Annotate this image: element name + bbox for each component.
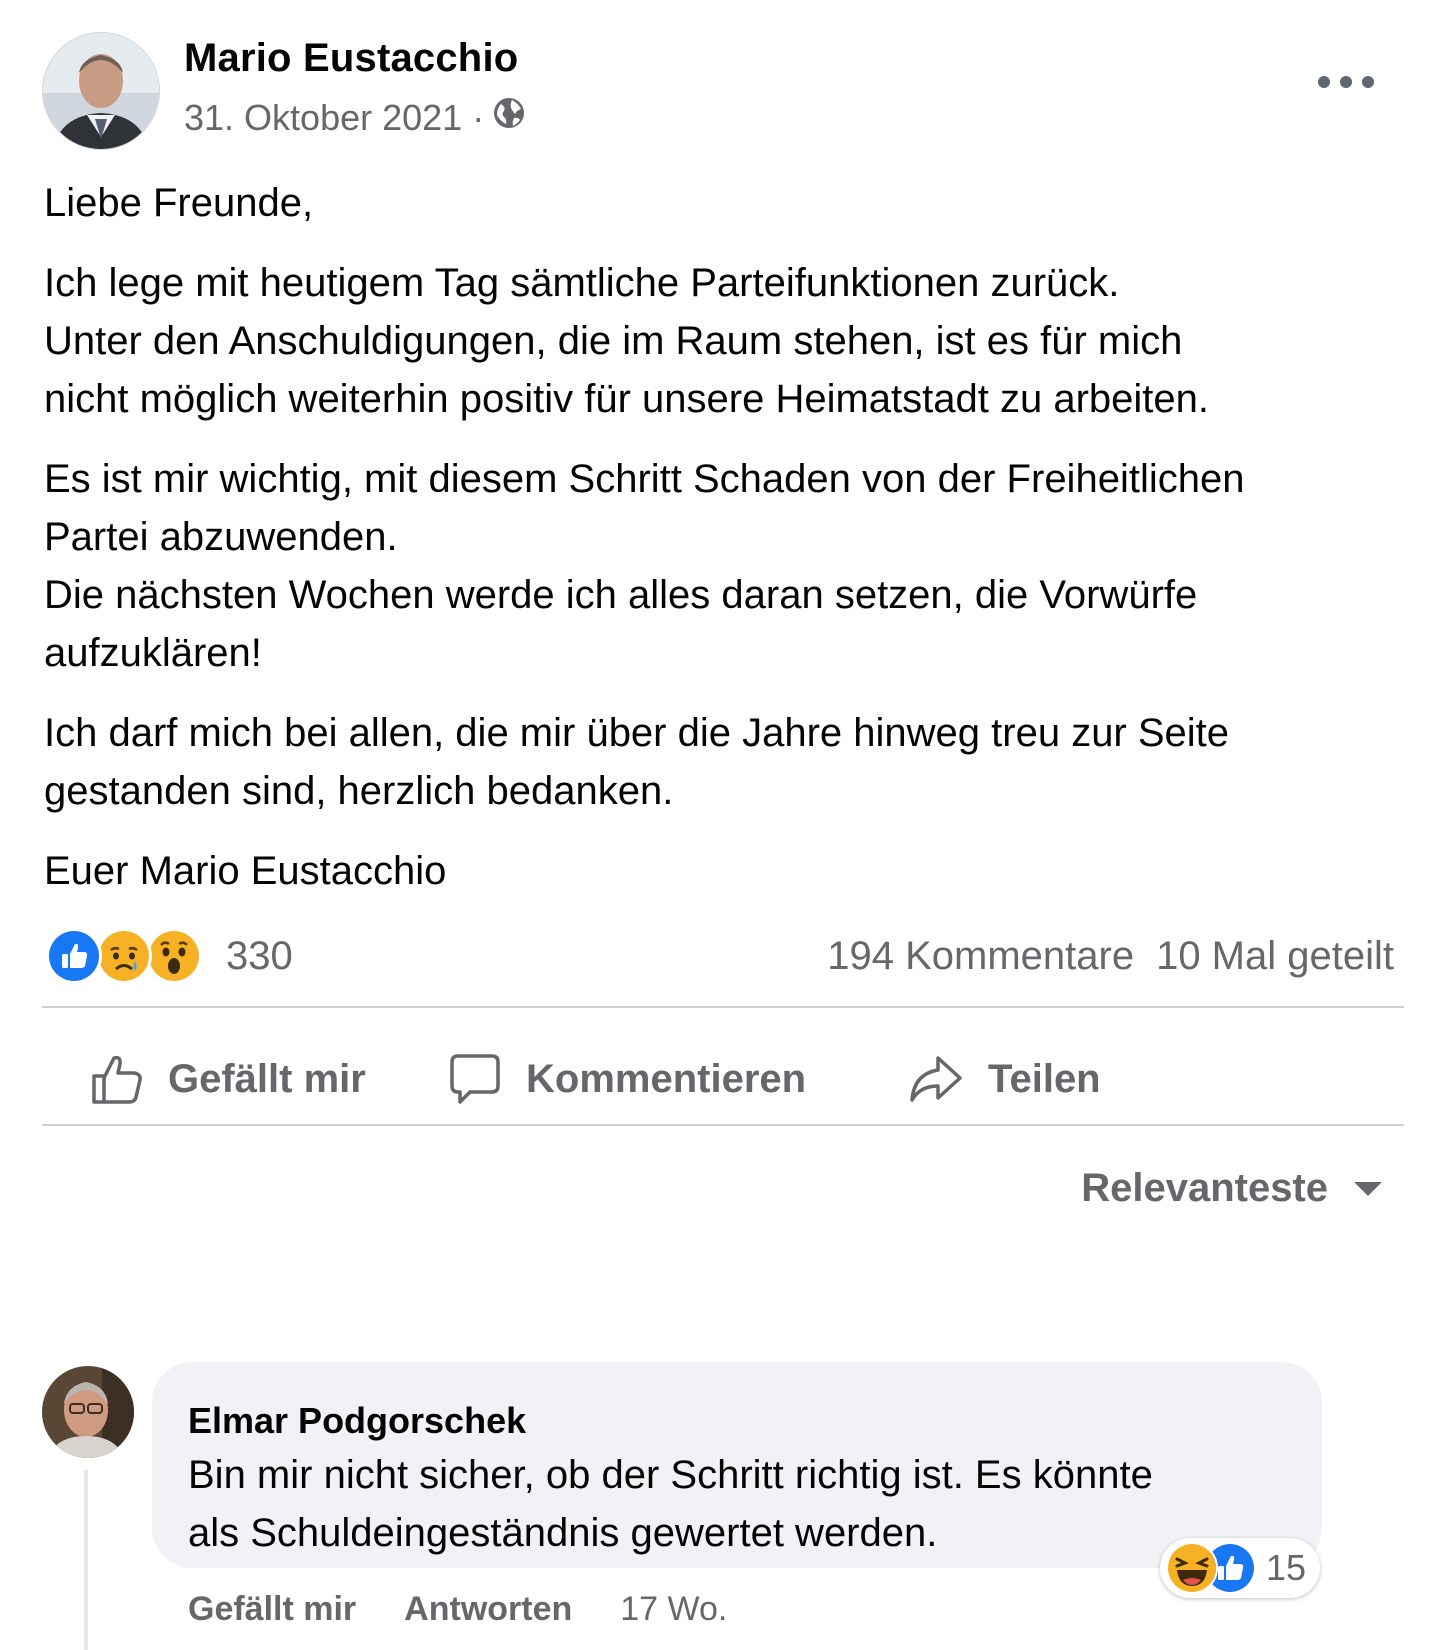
post-paragraph: Es ist mir wichtig, mit diesem Schritt S… — [44, 450, 1414, 682]
comment-sort-dropdown[interactable]: Relevanteste — [1081, 1166, 1382, 1211]
comment-label: Kommentieren — [526, 1056, 807, 1101]
commenter-name[interactable]: Elmar Podgorschek — [188, 1400, 526, 1442]
post-paragraph: Ich darf mich bei allen, die mir über di… — [44, 704, 1414, 820]
commenter-avatar[interactable] — [42, 1366, 134, 1458]
post-line: Ich darf mich bei allen, die mir über di… — [44, 711, 1230, 755]
author-avatar[interactable] — [42, 32, 160, 150]
like-label: Gefällt mir — [168, 1056, 366, 1101]
post-line: Es ist mir wichtig, mit diesem Schritt S… — [44, 457, 1245, 501]
action-bar: Gefällt mir Kommentieren Teilen — [42, 1020, 1404, 1138]
sort-label: Relevanteste — [1081, 1166, 1328, 1210]
post-line: Partei abzuwenden. — [44, 515, 398, 559]
comment-like-link[interactable]: Gefällt mir — [188, 1590, 356, 1629]
post-meta: 31. Oktober 2021 · — [184, 96, 526, 139]
thumbs-up-icon — [92, 1055, 142, 1104]
post-text: Liebe Freunde, Ich lege mit heutigem Tag… — [44, 174, 1414, 900]
comment-reactions[interactable]: 15 — [1160, 1538, 1321, 1598]
post-line: Euer Mario Eustacchio — [44, 849, 447, 893]
haha-icon — [1166, 1542, 1218, 1594]
post-paragraph: Euer Mario Eustacchio — [44, 842, 1414, 900]
share-arrow-icon — [910, 1056, 962, 1102]
caret-down-icon — [1354, 1181, 1382, 1196]
post-line: aufzuklären! — [44, 631, 262, 675]
dot-icon — [1340, 76, 1352, 88]
sad-icon — [96, 928, 152, 984]
post-date[interactable]: 31. Oktober 2021 — [184, 97, 462, 139]
post-line: Die nächsten Wochen werde ich alles dara… — [44, 573, 1198, 617]
reactions-summary[interactable]: 330 — [46, 928, 293, 984]
share-label: Teilen — [988, 1056, 1101, 1101]
post-line: gestanden sind, herzlich bedanken. — [44, 769, 674, 813]
thread-line — [84, 1470, 88, 1650]
share-button[interactable]: Teilen — [908, 1020, 1101, 1138]
wow-icon — [146, 928, 202, 984]
comment-time[interactable]: 17 Wo. — [620, 1590, 727, 1629]
divider — [42, 1006, 1404, 1008]
comment-line: als Schuldeingeständnis gewertet werden. — [188, 1511, 938, 1555]
dot-icon — [1362, 76, 1374, 88]
divider — [42, 1124, 1404, 1126]
dot-icon — [1318, 76, 1330, 88]
post-paragraph: Ich lege mit heutigem Tag sämtliche Part… — [44, 254, 1414, 428]
comments-count[interactable]: 194 Kommentare — [827, 934, 1134, 979]
shares-count[interactable]: 10 Mal geteilt — [1156, 934, 1394, 979]
post-line: Ich lege mit heutigem Tag sämtliche Part… — [44, 261, 1120, 305]
comment-bubble-icon — [450, 1054, 500, 1104]
comment-button[interactable]: Kommentieren — [448, 1020, 806, 1138]
comment-reaction-count: 15 — [1266, 1547, 1307, 1588]
post-stats: 194 Kommentare 10 Mal geteilt — [827, 934, 1394, 979]
comment-actions: Gefällt mir Antworten 17 Wo. — [188, 1590, 727, 1629]
post-line: Unter den Anschuldigungen, die im Raum s… — [44, 319, 1183, 363]
post-paragraph: Liebe Freunde, — [44, 174, 1414, 232]
post-line: nicht möglich weiterhin positiv für unse… — [44, 377, 1209, 421]
more-options-button[interactable] — [1318, 70, 1374, 94]
comment-reply-link[interactable]: Antworten — [404, 1590, 572, 1629]
like-button[interactable]: Gefällt mir — [90, 1020, 366, 1138]
like-icon — [46, 928, 102, 984]
comment-line: Bin mir nicht sicher, ob der Schritt ric… — [188, 1453, 1153, 1497]
globe-icon — [492, 96, 526, 139]
post-line: Liebe Freunde, — [44, 181, 314, 225]
comment-text: Bin mir nicht sicher, ob der Schritt ric… — [188, 1446, 1298, 1562]
meta-separator: · — [472, 96, 485, 138]
author-name[interactable]: Mario Eustacchio — [184, 36, 518, 81]
reaction-count[interactable]: 330 — [226, 934, 293, 979]
